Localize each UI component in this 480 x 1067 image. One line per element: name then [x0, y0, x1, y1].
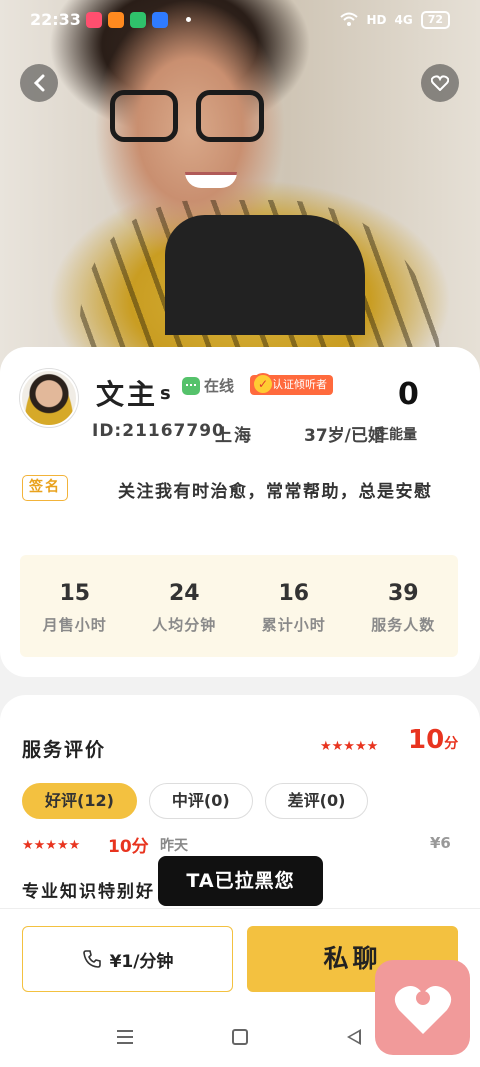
profile-name: 文主 — [96, 378, 159, 411]
user-city: 上海 — [215, 426, 253, 446]
review-item-price: ¥6 — [430, 834, 451, 852]
signal-icon: 4G — [394, 13, 413, 27]
stat-value: 24 — [168, 581, 200, 606]
wifi-icon — [340, 12, 359, 29]
signature-text: 关注我有时治愈，常常帮助，总是安慰 — [118, 482, 433, 502]
stat-served-users: 39 服务人数 — [349, 555, 459, 657]
user-id: ID:21167790 — [92, 421, 225, 441]
back-button[interactable] — [20, 64, 58, 102]
profile-card: 文主 s 在线 认证倾听者 0 ID:21167790 上海 37岁/已婚 正能… — [0, 347, 480, 677]
overall-score-value: 10 — [408, 725, 445, 755]
stat-label: 累计小时 — [261, 616, 326, 634]
review-item-content: 专业知识特别好 — [22, 882, 155, 902]
stat-avg-minutes: 24 人均分钟 — [130, 555, 240, 657]
tab-bad-reviews[interactable]: 差评(0) — [264, 783, 369, 819]
review-item-score: 10分 — [108, 837, 149, 857]
notification-icons — [86, 12, 168, 28]
photo-collar — [165, 215, 365, 335]
review-tabs: 好评(12) 中评(0) 差评(0) — [22, 783, 369, 819]
status-bar: 22:33 HD 4G 72 — [0, 0, 480, 40]
home-icon[interactable] — [232, 1029, 248, 1045]
overall-score: 10分 — [408, 725, 458, 755]
system-nav-bar — [0, 1020, 480, 1055]
review-item-stars: ★★★★★ — [22, 838, 81, 853]
app-notification-icon — [130, 12, 146, 28]
back-nav-icon[interactable] — [347, 1029, 361, 1045]
heart-icon — [431, 75, 449, 91]
energy-label: 正能量 — [375, 427, 417, 443]
call-price-label: ¥1/分钟 — [109, 951, 174, 972]
stat-monthly-hours: 15 月售小时 — [20, 555, 130, 657]
hd-icon: HD — [366, 13, 387, 27]
photo-glasses — [110, 90, 270, 150]
profile-photo[interactable] — [0, 0, 480, 380]
profile-page: 22:33 HD 4G 72 文主 s 在线 认证倾听者 0 — [0, 0, 480, 1067]
energy-value: 0 — [398, 377, 419, 412]
phone-icon — [82, 950, 101, 968]
blocked-toast: TA已拉黑您 — [158, 856, 323, 906]
notification-dot — [186, 17, 191, 22]
favorite-button[interactable] — [421, 64, 459, 102]
overall-rating-stars: ★★★★★ — [320, 739, 379, 754]
user-age-status: 37岁/已婚 — [304, 426, 385, 446]
review-item-time: 昨天 — [160, 838, 188, 854]
online-label: 在线 — [204, 377, 235, 395]
voice-call-button[interactable]: ¥1/分钟 — [22, 926, 233, 992]
reviews-title: 服务评价 — [22, 739, 107, 761]
stats-panel: 15 月售小时 24 人均分钟 16 累计小时 39 服务人数 — [20, 555, 458, 657]
profile-name-suffix: s — [160, 383, 171, 404]
back-icon — [33, 74, 45, 92]
status-right: HD 4G 72 — [340, 11, 450, 29]
avatar[interactable] — [20, 369, 78, 427]
stat-label: 人均分钟 — [152, 616, 217, 634]
menu-icon[interactable] — [117, 1030, 133, 1044]
app-notification-icon — [152, 12, 168, 28]
status-time: 22:33 — [30, 10, 81, 29]
stat-total-hours: 16 累计小时 — [239, 555, 349, 657]
stat-value: 39 — [387, 581, 419, 606]
tab-good-reviews[interactable]: 好评(12) — [22, 783, 137, 819]
overall-score-unit: 分 — [444, 736, 459, 752]
chat-bubble-icon — [182, 376, 200, 395]
photo-smile — [185, 172, 237, 188]
stat-label: 月售小时 — [42, 616, 107, 634]
certified-badge: 认证倾听者 — [250, 373, 333, 395]
tab-neutral-reviews[interactable]: 中评(0) — [148, 783, 253, 819]
app-notification-icon — [86, 12, 102, 28]
battery-icon: 72 — [420, 11, 450, 29]
stat-value: 16 — [278, 581, 310, 606]
stat-value: 15 — [59, 581, 91, 606]
stat-label: 服务人数 — [371, 616, 436, 634]
online-status: 在线 — [182, 375, 234, 396]
app-notification-icon — [108, 12, 124, 28]
